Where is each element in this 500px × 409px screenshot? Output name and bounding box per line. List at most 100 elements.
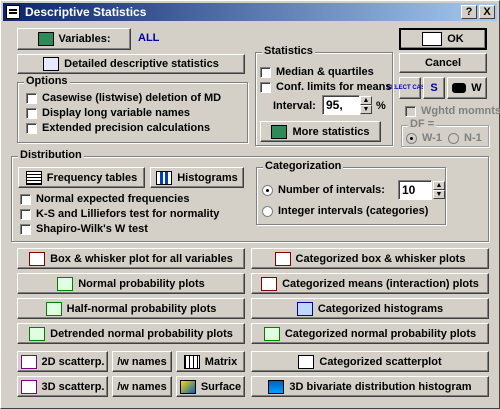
frequency-tables-label: Frequency tables: [46, 171, 138, 184]
help-button[interactable]: ?: [461, 5, 477, 19]
df-n1-label: N-1: [464, 132, 482, 144]
interval-input[interactable]: 95,: [322, 95, 360, 115]
normal-expected-checkbox[interactable]: Normal expected frequencies: [20, 193, 189, 205]
dialog-window: Descriptive Statistics ? X Variables: AL…: [0, 0, 500, 409]
variables-icon: [37, 32, 54, 46]
df-w1-radio[interactable]: W-1: [406, 132, 442, 144]
num-intervals-up-icon[interactable]: ▲: [433, 181, 445, 190]
weighted-moments-label: Wghtd momnts: [421, 105, 500, 117]
surface-button[interactable]: Surface: [176, 376, 245, 397]
detailed-stats-label: Detailed descriptive statistics: [64, 58, 219, 70]
s-button[interactable]: S: [423, 77, 445, 99]
close-button[interactable]: X: [479, 5, 495, 19]
detrended-label: Detrended normal probability plots: [50, 327, 233, 340]
num-intervals-spinner[interactable]: ▲ ▼: [433, 181, 445, 199]
interval-up-icon[interactable]: ▲: [360, 96, 372, 105]
histograms-button[interactable]: Histograms: [150, 167, 244, 188]
extended-precision-checkbox[interactable]: Extended precision calculations: [26, 122, 210, 134]
casewise-checkbox[interactable]: Casewise (listwise) deletion of MD: [26, 92, 221, 104]
num-intervals-down-icon[interactable]: ▼: [433, 190, 445, 199]
cat-histograms-icon: [296, 301, 313, 316]
variables-button[interactable]: Variables:: [17, 28, 131, 50]
matrix-icon: [183, 354, 200, 369]
interval-label: Interval:: [273, 100, 316, 112]
scatter-3d-icon: [20, 379, 37, 394]
variables-button-label: Variables:: [58, 33, 111, 45]
conf-limits-box: [260, 81, 271, 93]
ok-button[interactable]: OK: [399, 28, 487, 50]
more-stats-icon: [271, 124, 288, 139]
scatter-2d-names-button[interactable]: /w names: [112, 351, 172, 372]
cancel-button[interactable]: Cancel: [399, 53, 487, 73]
cat-box-whisker-icon: [274, 251, 291, 266]
median-box: [260, 66, 271, 78]
distribution-group: Distribution Frequency tables Histograms…: [11, 149, 489, 242]
normal-expected-label: Normal expected frequencies: [36, 193, 190, 205]
cat-means-label: Categorized means (interaction) plots: [282, 277, 479, 290]
interval-down-icon[interactable]: ▼: [360, 105, 372, 114]
bivariate-histogram-button[interactable]: 3D bivariate distribution histogram: [251, 376, 489, 397]
integer-intervals-label: Integer intervals (categories): [278, 205, 429, 217]
categorization-group: Categorization Number of intervals: 10 ▲…: [256, 160, 446, 225]
number-intervals-dot: [262, 184, 273, 196]
median-checkbox[interactable]: Median & quartiles: [260, 66, 374, 78]
scatter-2d-button[interactable]: 2D scatterp.: [17, 351, 108, 372]
scatter-3d-button[interactable]: 3D scatterp.: [17, 376, 108, 397]
cat-histograms-button[interactable]: Categorized histograms: [251, 298, 489, 319]
cat-means-icon: [261, 276, 278, 291]
cat-scatter-icon: [298, 354, 315, 369]
scatter-3d-names-button[interactable]: /w names: [112, 376, 172, 397]
normal-prob-icon: [57, 276, 74, 291]
casewise-label: Casewise (listwise) deletion of MD: [42, 92, 222, 104]
histogram-icon: [156, 170, 173, 185]
interval-spinner[interactable]: ▲ ▼: [360, 96, 372, 114]
frequency-tables-button[interactable]: Frequency tables: [18, 167, 145, 188]
select-cases-button[interactable]: SELECT CASES: [387, 77, 433, 99]
long-names-checkbox[interactable]: Display long variable names: [26, 107, 190, 119]
more-statistics-button[interactable]: More statistics: [260, 121, 381, 142]
cat-histograms-label: Categorized histograms: [317, 302, 444, 315]
statistics-label: Statistics: [262, 45, 315, 57]
weight-w-button[interactable]: W: [447, 77, 487, 99]
num-intervals-input[interactable]: 10: [398, 180, 432, 200]
df-n1-radio[interactable]: N-1: [448, 132, 482, 144]
detrended-button[interactable]: Detrended normal probability plots: [17, 323, 245, 344]
categorization-label: Categorization: [263, 160, 344, 172]
box-whisker-icon: [29, 251, 46, 266]
app-icon: [6, 5, 20, 19]
casewise-box: [26, 92, 37, 104]
ks-test-checkbox[interactable]: K-S and Lilliefors test for normality: [20, 208, 219, 220]
shapiro-wilk-checkbox[interactable]: Shapiro-Wilk's W test: [20, 223, 148, 235]
box-whisker-button[interactable]: Box & whisker plot for all variables: [17, 248, 245, 269]
weight-icon: [452, 83, 467, 93]
weighted-moments-checkbox[interactable]: Wghtd momnts: [405, 105, 500, 117]
number-intervals-radio[interactable]: Number of intervals:: [262, 184, 385, 196]
cat-box-whisker-label: Categorized box & whisker plots: [295, 252, 466, 265]
long-names-label: Display long variable names: [42, 107, 190, 119]
cat-normal-prob-label: Categorized normal probability plots: [284, 327, 477, 340]
cat-box-whisker-button[interactable]: Categorized box & whisker plots: [251, 248, 489, 269]
df-group: DF = W-1 N-1: [401, 118, 489, 147]
cat-scatter-label: Categorized scatterplot: [319, 355, 442, 368]
matrix-button[interactable]: Matrix: [176, 351, 245, 372]
normal-prob-button[interactable]: Normal probability plots: [17, 273, 245, 294]
half-normal-icon: [45, 301, 62, 316]
extended-precision-label: Extended precision calculations: [42, 122, 211, 134]
detailed-stats-button[interactable]: Detailed descriptive statistics: [17, 54, 245, 74]
shapiro-wilk-label: Shapiro-Wilk's W test: [36, 223, 148, 235]
frequency-table-icon: [25, 170, 42, 185]
variables-value: ALL: [138, 32, 160, 44]
df-n1-dot: [448, 132, 459, 144]
cat-scatter-button[interactable]: Categorized scatterplot: [251, 351, 489, 372]
half-normal-button[interactable]: Half-normal probability plots: [17, 298, 245, 319]
cat-means-button[interactable]: Categorized means (interaction) plots: [251, 273, 489, 294]
histograms-label: Histograms: [177, 171, 238, 184]
median-label: Median & quartiles: [276, 66, 374, 78]
df-w1-label: W-1: [422, 132, 442, 144]
statistics-group: Statistics Median & quartiles Conf. limi…: [255, 45, 393, 146]
ks-test-box: [20, 208, 31, 220]
cat-normal-prob-button[interactable]: Categorized normal probability plots: [251, 323, 489, 344]
more-stats-label: More statistics: [292, 125, 370, 138]
integer-intervals-radio[interactable]: Integer intervals (categories): [262, 205, 428, 217]
conf-limits-checkbox[interactable]: Conf. limits for means: [260, 81, 392, 93]
